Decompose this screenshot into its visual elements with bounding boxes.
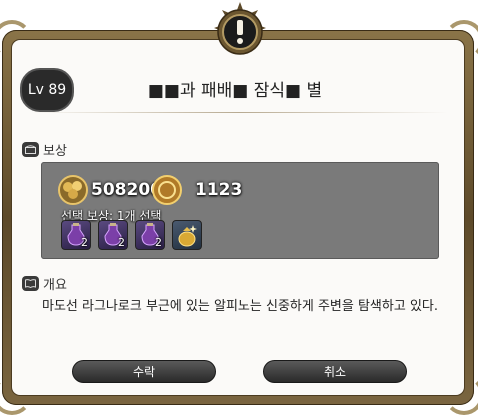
gold-pouch-icon (178, 225, 197, 247)
item-quantity: 2 (81, 236, 88, 249)
currency-amount: 1123 (195, 180, 243, 200)
reward-item-slot[interactable]: 2 (98, 220, 128, 250)
gold-coin-icon (152, 175, 182, 205)
title-divider (30, 112, 448, 113)
reward-section-label: 보상 (43, 143, 67, 159)
accept-button[interactable]: 수락 (72, 360, 216, 383)
reward-item-slot[interactable]: 2 (135, 220, 165, 250)
reward-item-slot[interactable]: 2 (61, 220, 91, 250)
reward-item-slot[interactable] (172, 220, 202, 250)
item-quantity: 2 (118, 236, 125, 249)
level-badge: Lv 89 (20, 68, 74, 112)
item-quantity: 2 (155, 236, 162, 249)
reward-chest-icon (22, 141, 39, 157)
book-icon (22, 275, 39, 291)
quest-title: ■■과 패배■ 잠식■ 별 (147, 81, 323, 101)
reward-box: 508200 1123 선택 보상: 1개 선택 2 2 2 (41, 162, 439, 259)
overview-section-header: 개요 (22, 273, 67, 293)
reward-section-header: 보상 (22, 139, 67, 159)
quest-description: 마도선 라그나로크 부근에 있는 알피노는 신중하게 주변을 탐색하고 있다. (42, 299, 438, 314)
gil-icon (58, 175, 88, 205)
gil-reward: 508200 (57, 174, 162, 206)
overview-section-label: 개요 (43, 277, 67, 293)
cancel-button[interactable]: 취소 (263, 360, 407, 383)
currency-reward: 1123 (151, 174, 242, 206)
quest-exclamation-icon (214, 2, 266, 55)
